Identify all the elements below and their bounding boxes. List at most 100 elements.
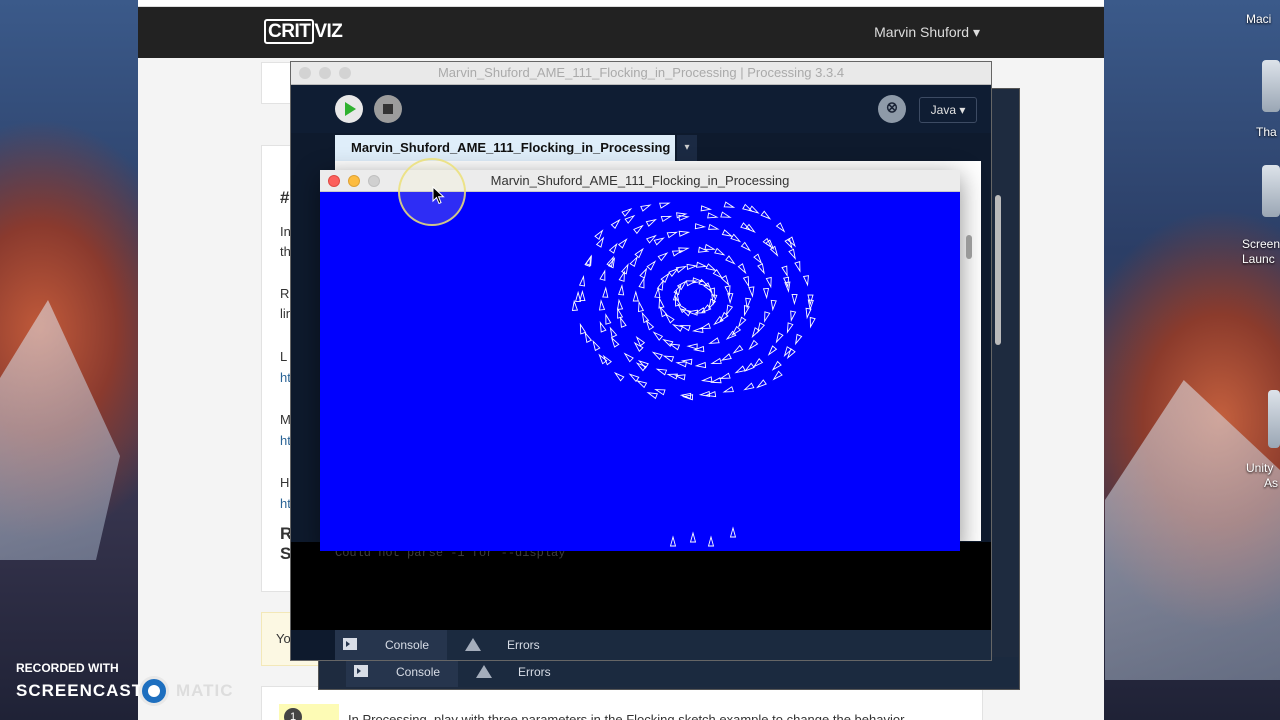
boid [725, 255, 736, 265]
ide-footer: Console Errors [335, 630, 991, 660]
card-text-fragment: L [280, 349, 288, 364]
boid [765, 276, 772, 289]
debug-icon[interactable]: ꕕ [878, 95, 906, 123]
desktop-icon-label-mac: Maci [1246, 12, 1272, 26]
boid [678, 230, 691, 237]
sketch-tab[interactable]: Marvin_Shuford_AME_111_Flocking_in_Proce… [335, 135, 675, 161]
boid [745, 223, 756, 234]
boid [599, 269, 606, 281]
minimize-dot[interactable] [319, 67, 331, 79]
boid [722, 386, 734, 393]
boid [786, 348, 796, 360]
boid [592, 339, 601, 352]
boid [605, 313, 612, 325]
ide-tabbar: Marvin_Shuford_AME_111_Flocking_in_Proce… [335, 135, 735, 161]
desktop-file-icon[interactable] [1262, 165, 1280, 217]
boid [781, 265, 788, 278]
watermark-matic: MATIC [176, 681, 234, 700]
boid [659, 202, 671, 209]
boid [764, 311, 771, 323]
browser-top-edge [138, 0, 1104, 7]
editor-scrollbar-thumb[interactable] [966, 235, 972, 259]
flocking-canvas[interactable] [320, 192, 960, 551]
boid [742, 203, 754, 212]
boid [578, 275, 586, 287]
mode-select[interactable]: Java ▾ [919, 97, 977, 123]
boid [770, 299, 777, 312]
watermark-recorded-with: RECORDED WITH [16, 661, 119, 675]
boid [772, 370, 783, 381]
step-card: 1 In Processing, play with three paramet… [261, 686, 983, 720]
boid [633, 341, 644, 352]
boid [723, 201, 736, 208]
boid [740, 241, 752, 252]
errors-tab-background[interactable]: Errors [456, 657, 572, 687]
boid [619, 316, 627, 328]
boid [666, 231, 679, 239]
alert-text-fragment: Yo [276, 631, 291, 646]
boid [740, 222, 752, 231]
user-menu[interactable]: Marvin Shuford ▾ [874, 24, 980, 41]
boid [760, 210, 772, 220]
boid [742, 276, 750, 288]
boid [662, 355, 675, 363]
boid [698, 246, 710, 253]
boid [689, 531, 697, 543]
mouse-pointer-icon [432, 186, 445, 205]
boid [671, 324, 684, 332]
console-tab[interactable]: Console [335, 630, 447, 660]
boid [794, 261, 801, 273]
boid [676, 212, 688, 219]
boid [743, 382, 755, 391]
stop-button[interactable] [374, 95, 402, 123]
boid [730, 233, 742, 243]
boid [609, 326, 618, 338]
tab-menu-button[interactable]: ▾ [677, 135, 697, 161]
boid [744, 362, 755, 372]
boid [713, 315, 724, 326]
boid [802, 275, 809, 287]
console-tab-background[interactable]: Console [346, 657, 458, 687]
boid [714, 247, 726, 256]
boid [617, 298, 624, 310]
desktop-icon-label-as: As [1264, 476, 1279, 490]
boid [788, 248, 796, 261]
run-button[interactable] [335, 95, 363, 123]
boid [710, 357, 722, 365]
boid [624, 214, 636, 224]
screencast-logo-icon [139, 676, 169, 706]
close-dot[interactable] [299, 67, 311, 79]
zoom-dot[interactable] [339, 67, 351, 79]
boid [734, 365, 746, 374]
page-scrollbar[interactable] [995, 195, 1001, 345]
critviz-logo[interactable]: CRIT VIZ [264, 19, 343, 44]
boid [794, 333, 803, 346]
errors-tab[interactable]: Errors [445, 630, 561, 660]
boid [621, 263, 629, 275]
desktop-file-icon[interactable] [1268, 390, 1280, 448]
boid [639, 267, 648, 279]
boid [791, 293, 798, 306]
boid [617, 238, 628, 249]
errors-tab-label: Errors [518, 665, 551, 679]
desktop-file-icon[interactable] [1262, 60, 1280, 112]
boid [646, 392, 658, 400]
boid [645, 319, 655, 331]
desktop-icon-label-launc: Launc [1242, 252, 1275, 266]
critviz-navbar: CRIT VIZ Marvin Shuford ▾ [138, 7, 1104, 58]
boid [694, 223, 707, 230]
boid [721, 229, 734, 237]
sketch-window-title: Marvin_Shuford_AME_111_Flocking_in_Proce… [490, 173, 790, 188]
boid [681, 394, 694, 401]
boid [756, 379, 767, 389]
close-button[interactable] [328, 175, 340, 187]
minimize-button[interactable] [348, 175, 360, 187]
boid [737, 316, 747, 328]
boid [623, 352, 634, 363]
boid [707, 535, 715, 547]
console-tab-label: Console [396, 665, 441, 679]
boid [708, 298, 717, 310]
zoom-button[interactable] [368, 175, 380, 187]
boid [584, 331, 593, 343]
boid [708, 223, 720, 230]
